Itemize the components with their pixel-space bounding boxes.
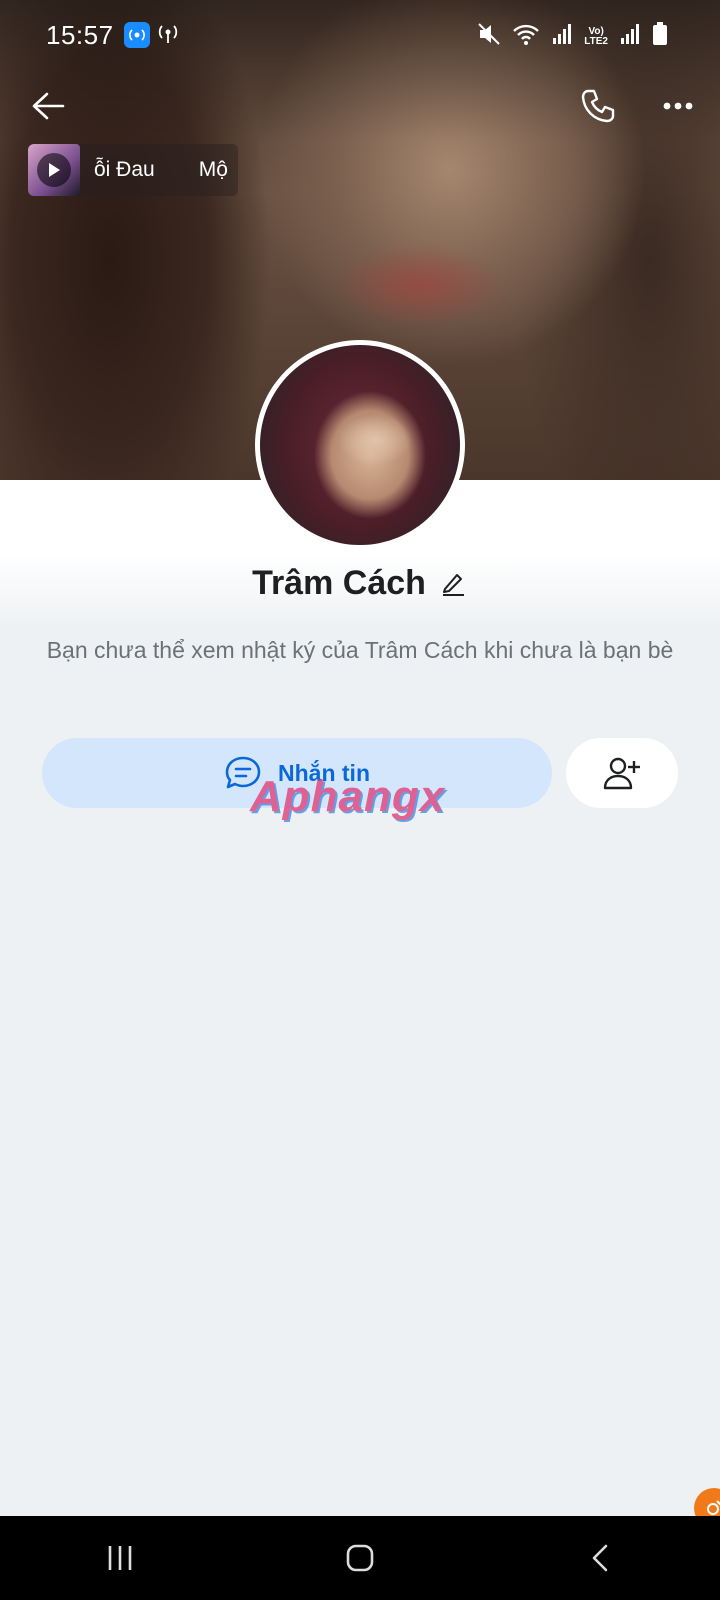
avatar[interactable] (255, 340, 465, 550)
arrow-left-icon (32, 92, 65, 120)
name-row: Trâm Cách (0, 560, 720, 606)
lte-label: LTE2 (584, 35, 608, 47)
watermark-logo: Aphangx (250, 772, 446, 821)
status-bar: 15:57 Vo) LTE2 (0, 0, 720, 70)
home-icon (346, 1544, 374, 1572)
profile-name: Trâm Cách (252, 563, 426, 602)
mute-icon (478, 22, 500, 51)
edit-name-icon[interactable] (440, 569, 468, 597)
signal-icon (552, 23, 572, 50)
signal-icon-2 (620, 23, 640, 50)
wifi-icon (512, 22, 540, 51)
music-title: ỗi Đau (94, 158, 155, 181)
avatar-photo (260, 345, 460, 545)
system-nav-bar (0, 1516, 720, 1600)
home-button[interactable] (320, 1528, 400, 1588)
more-button[interactable] (650, 78, 706, 134)
status-time: 15:57 (46, 19, 114, 50)
play-icon[interactable] (37, 153, 71, 187)
hotspot-icon (156, 22, 180, 49)
profile-music-chip[interactable]: ỗi Đau Mộ (28, 144, 238, 196)
music-thumbnail (28, 144, 80, 196)
more-dots-icon (663, 102, 693, 110)
phone-icon (581, 89, 615, 123)
chevron-left-icon (592, 1544, 608, 1572)
recent-apps-button[interactable] (80, 1528, 160, 1588)
system-back-button[interactable] (560, 1528, 640, 1588)
status-icons: Vo) LTE2 (478, 22, 668, 51)
recent-apps-icon (108, 1546, 132, 1570)
volte-indicator: Vo) LTE2 (584, 26, 608, 47)
add-user-icon (603, 757, 640, 790)
add-friend-button[interactable] (566, 738, 678, 808)
hotspot-app-icon (123, 22, 150, 48)
music-artist: Mộ (198, 158, 228, 181)
call-button[interactable] (570, 78, 626, 134)
diary-restriction-notice: Bạn chưa thể xem nhật ký của Trâm Cách k… (46, 637, 674, 663)
back-button[interactable] (22, 80, 74, 132)
battery-icon (652, 22, 668, 51)
